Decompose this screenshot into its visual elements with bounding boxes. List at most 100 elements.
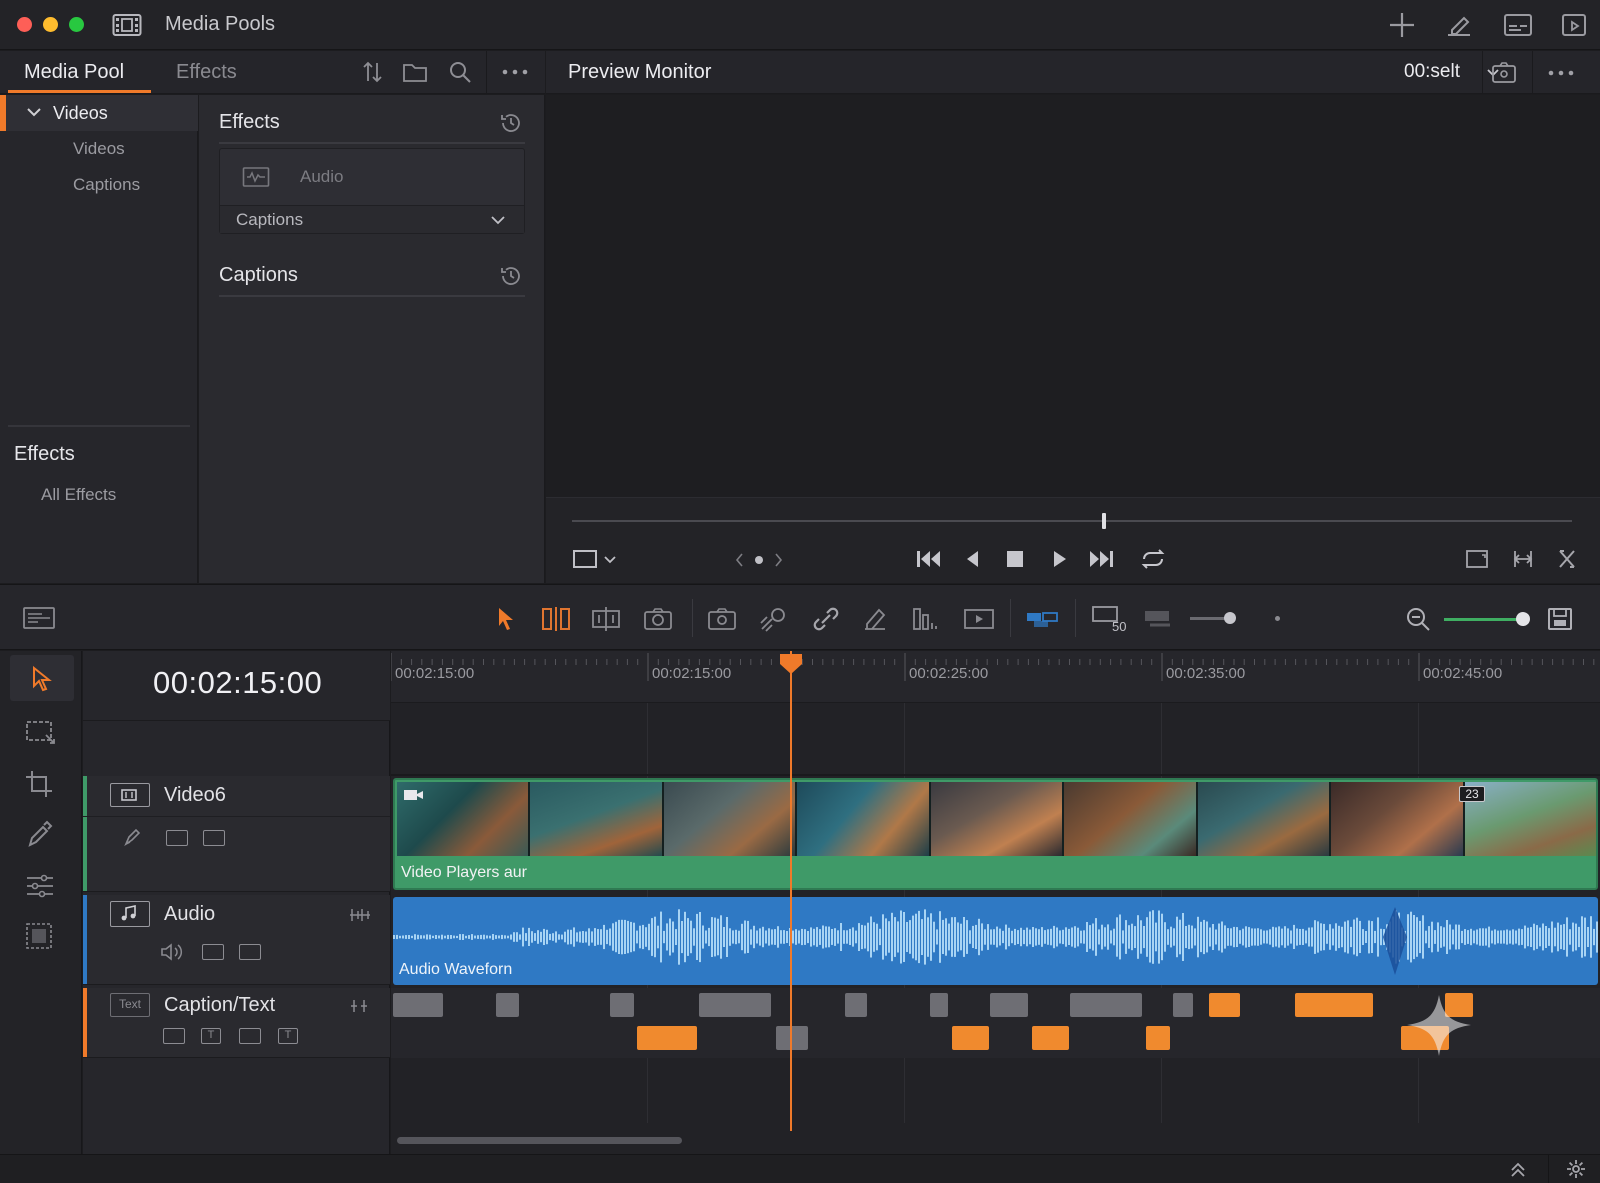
razor-tool-icon[interactable] <box>590 605 622 633</box>
view-mode-icon[interactable] <box>572 548 622 572</box>
tab-effects[interactable]: Effects <box>176 61 237 84</box>
caption-block[interactable] <box>637 1026 697 1050</box>
caption-style-icon[interactable] <box>163 1028 185 1044</box>
jog-control-icon[interactable] <box>734 548 784 572</box>
pen-icon[interactable] <box>122 826 144 848</box>
minimize-window-button[interactable] <box>43 17 58 32</box>
timeline-ruler[interactable]: 00:02:15:00 00:02:15:00 00:02:25:00 00:0… <box>391 651 1600 703</box>
more-options-icon[interactable] <box>1546 60 1576 86</box>
caption-block[interactable] <box>1070 993 1142 1017</box>
adjust-tool-icon[interactable] <box>24 871 56 901</box>
audio-fx-icon[interactable] <box>202 944 224 960</box>
step-back-icon[interactable] <box>960 546 986 572</box>
tree-item-videos-root[interactable]: Videos <box>0 95 198 131</box>
preview-clip-icon[interactable] <box>962 605 996 633</box>
tree-item-all-effects[interactable]: All Effects <box>41 485 116 505</box>
history-icon[interactable] <box>499 264 523 288</box>
subtitles-icon[interactable] <box>1502 10 1534 40</box>
display-toggle-icon[interactable] <box>203 830 225 846</box>
stop-icon[interactable] <box>1002 546 1028 572</box>
playhead-handle[interactable] <box>779 653 803 675</box>
timeline-area[interactable]: 00:02:15:00 00:02:15:00 00:02:25:00 00:0… <box>391 651 1600 1154</box>
caption-block[interactable] <box>990 993 1028 1017</box>
caption-block[interactable] <box>610 993 634 1017</box>
link-tool-icon[interactable] <box>810 605 842 633</box>
caption-block[interactable] <box>1295 993 1373 1017</box>
audio-display-icon[interactable] <box>239 944 261 960</box>
edit-icon[interactable] <box>1444 10 1476 40</box>
zoom-window-button[interactable] <box>69 17 84 32</box>
pointer-tool-button[interactable] <box>10 655 74 701</box>
camera-tool-icon[interactable] <box>642 605 674 633</box>
gear-icon[interactable] <box>1566 1159 1586 1179</box>
caption-block[interactable] <box>776 1026 808 1050</box>
caption-box-icon[interactable] <box>239 1028 261 1044</box>
caption-block[interactable] <box>699 993 771 1017</box>
caption-title-icon[interactable]: T <box>278 1028 298 1044</box>
close-window-button[interactable] <box>17 17 32 32</box>
play-icon[interactable] <box>1046 546 1072 572</box>
save-icon[interactable] <box>1546 605 1574 633</box>
zoom-slider-handle[interactable] <box>1516 612 1530 626</box>
expand-up-icon[interactable] <box>1508 1160 1528 1178</box>
caption-block[interactable] <box>1173 993 1193 1017</box>
caption-levels-icon[interactable] <box>348 998 372 1014</box>
caption-block[interactable] <box>393 993 443 1017</box>
frame-rate-icon[interactable]: 50 <box>1090 603 1130 633</box>
bar-tool-icon[interactable] <box>910 605 942 633</box>
video-track-header[interactable]: Video6 <box>83 776 390 892</box>
eraser-tool-icon[interactable] <box>860 605 890 633</box>
speaker-icon[interactable] <box>159 941 185 963</box>
caption-block[interactable] <box>952 1026 989 1050</box>
caption-block[interactable] <box>930 993 948 1017</box>
audio-levels-icon[interactable] <box>348 907 372 923</box>
history-icon[interactable] <box>499 111 523 135</box>
trim-tool-icon[interactable] <box>540 605 572 633</box>
caption-block[interactable] <box>496 993 519 1017</box>
caption-block[interactable] <box>1209 993 1240 1017</box>
tree-item-videos[interactable]: Videos <box>73 139 125 159</box>
zoom-out-icon[interactable] <box>1404 605 1432 633</box>
match-frame-icon[interactable] <box>1510 546 1536 572</box>
snapshot-tool-icon[interactable] <box>706 605 738 633</box>
horizontal-scrollbar[interactable] <box>397 1137 682 1144</box>
timecode-select[interactable]: 00:selt <box>1404 59 1504 87</box>
caption-track-header[interactable]: Text Caption/Text T T <box>83 988 390 1058</box>
folder-icon[interactable] <box>401 59 429 85</box>
snapping-toggle-icon[interactable] <box>1024 605 1060 633</box>
caption-block[interactable] <box>845 993 867 1017</box>
caption-block[interactable] <box>1146 1026 1170 1050</box>
effect-item-audio[interactable]: Audio <box>220 149 524 205</box>
snapshot-icon[interactable] <box>1490 60 1518 86</box>
crop-tool-icon[interactable] <box>24 769 56 799</box>
skip-to-start-icon[interactable] <box>914 546 942 572</box>
preview-scrubber[interactable] <box>572 520 1572 522</box>
captions-dropdown[interactable]: Captions <box>220 205 524 233</box>
plus-icon[interactable] <box>1386 10 1418 40</box>
effect-toggle-icon[interactable] <box>166 830 188 846</box>
timeline-view-options-icon[interactable] <box>22 605 56 631</box>
search-icon[interactable] <box>447 59 473 85</box>
zoom-slider[interactable] <box>1444 618 1526 621</box>
loop-icon[interactable] <box>1138 546 1168 572</box>
fullscreen-icon[interactable] <box>1464 546 1492 572</box>
caption-block[interactable] <box>1032 1026 1069 1050</box>
export-icon[interactable] <box>1560 10 1592 40</box>
scrubber-handle[interactable] <box>1102 513 1106 529</box>
tab-media-pool[interactable]: Media Pool <box>24 61 124 84</box>
audio-track-header[interactable]: Audio <box>83 895 390 985</box>
tree-item-captions[interactable]: Captions <box>73 175 140 195</box>
dropper-tool-icon[interactable] <box>24 819 56 849</box>
skip-to-end-icon[interactable] <box>1088 546 1116 572</box>
monitor-tool-icon[interactable] <box>1142 605 1176 633</box>
more-options-icon[interactable] <box>500 59 530 85</box>
selection-tool-icon[interactable] <box>494 605 518 633</box>
audio-clip[interactable]: Audio Waveforn <box>393 897 1598 985</box>
video-clip[interactable]: 23 Video Players aur <box>393 778 1598 890</box>
playhead-line[interactable] <box>790 651 792 1131</box>
transform-tool-icon[interactable] <box>24 717 58 747</box>
timeline-timecode[interactable]: 00:02:15:00 <box>153 665 322 701</box>
volume-slider-handle[interactable] <box>1224 612 1236 624</box>
motion-tool-icon[interactable] <box>758 605 790 633</box>
region-tool-icon[interactable] <box>24 921 56 951</box>
